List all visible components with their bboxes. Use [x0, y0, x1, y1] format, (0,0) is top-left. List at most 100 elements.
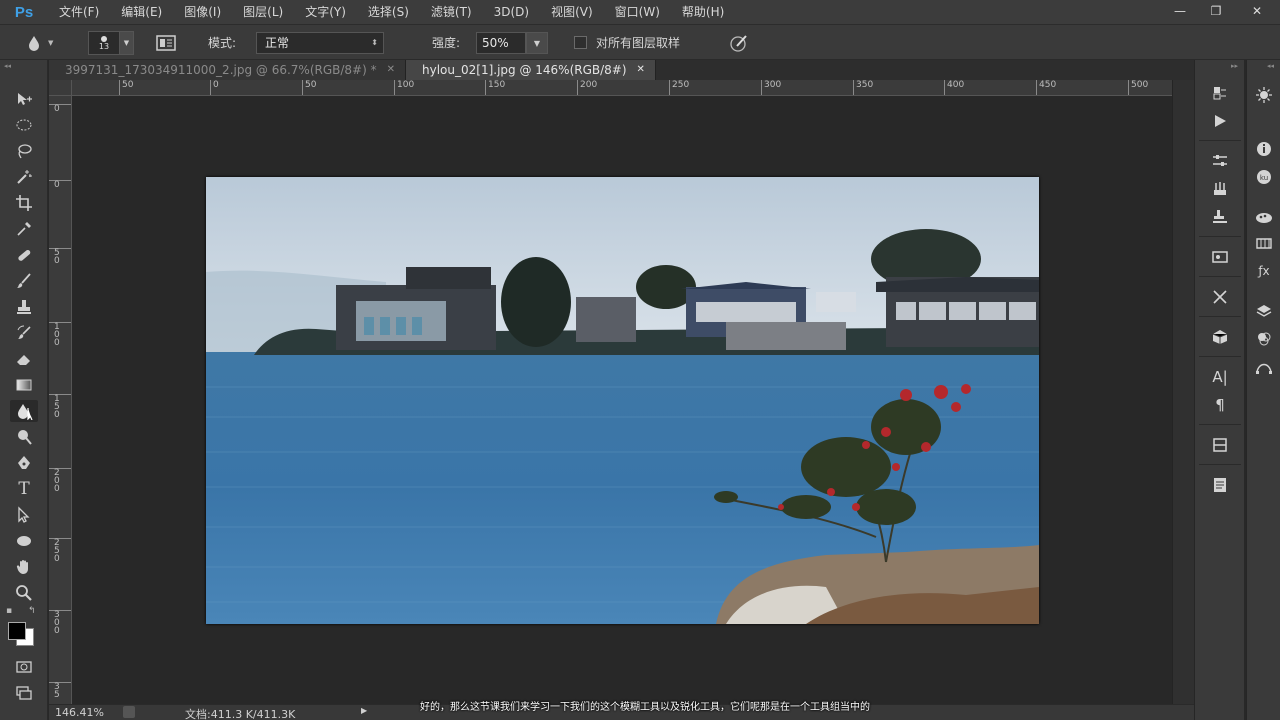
- magic-wand-tool[interactable]: [10, 166, 38, 188]
- clone-stamp-tool[interactable]: [10, 296, 38, 318]
- eyedropper-tool[interactable]: [10, 218, 38, 240]
- marquee-tool[interactable]: [10, 114, 38, 136]
- play-icon: [1215, 115, 1226, 127]
- eraser-tool[interactable]: [10, 348, 38, 370]
- quick-mask-button[interactable]: [10, 656, 38, 678]
- blur-drop-icon: [18, 404, 33, 420]
- path-selection-tool[interactable]: [10, 504, 38, 526]
- history-brush-icon: [17, 325, 31, 339]
- healing-brush-tool[interactable]: [10, 244, 38, 266]
- ruler-label: 100: [394, 80, 414, 95]
- character-panel-button[interactable]: A|: [1206, 366, 1234, 388]
- brush-size-picker[interactable]: 13 ▼: [88, 31, 136, 55]
- magnifier-icon: [16, 585, 32, 601]
- swatches-panel-button[interactable]: [1250, 206, 1278, 228]
- paragraph-icon: ¶: [1215, 396, 1225, 414]
- info-icon: [1257, 142, 1271, 156]
- adjustments-panel-button[interactable]: [1206, 150, 1234, 172]
- lasso-icon: [18, 144, 32, 159]
- strength-slider-toggle[interactable]: ▼: [526, 32, 548, 54]
- tool-preset-picker[interactable]: ▼: [26, 32, 72, 54]
- menu-3d[interactable]: 3D(D): [483, 0, 540, 24]
- ruler-origin[interactable]: [49, 80, 72, 96]
- brush-panel-toggle[interactable]: [154, 33, 178, 53]
- zoom-tool[interactable]: [10, 582, 38, 604]
- 3d-panel-button[interactable]: [1206, 286, 1234, 308]
- type-tool[interactable]: T: [10, 478, 38, 500]
- crop-tool[interactable]: [10, 192, 38, 214]
- brush-icon: [17, 273, 31, 288]
- history-brush-tool[interactable]: [10, 322, 38, 344]
- ruler-label: 150: [485, 80, 505, 95]
- mode-select[interactable]: 正常 ⬍: [256, 32, 384, 54]
- tab-document-2[interactable]: hylou_02[1].jpg @ 146%(RGB/8#) ✕: [406, 60, 656, 80]
- svg-text:ku: ku: [1260, 174, 1268, 182]
- ruler-label: 3 5: [49, 682, 71, 700]
- vertical-scrollbar[interactable]: [1172, 80, 1194, 704]
- actions-panel-button[interactable]: [1206, 110, 1234, 132]
- history-panel-button[interactable]: [1206, 82, 1234, 104]
- menu-window[interactable]: 窗口(W): [604, 0, 671, 24]
- menu-view[interactable]: 视图(V): [540, 0, 604, 24]
- styles-panel-button[interactable]: [1250, 232, 1278, 254]
- vertical-ruler[interactable]: 0 0 5 0 1 0 0 1 5 0 2 0 0 2 5 0 3 0 0 3 …: [49, 96, 72, 704]
- notes-panel-button[interactable]: [1206, 474, 1234, 496]
- menu-filter[interactable]: 滤镜(T): [420, 0, 483, 24]
- hand-tool[interactable]: [10, 556, 38, 578]
- window-controls: — ❐ ✕: [1162, 0, 1280, 22]
- menu-image[interactable]: 图像(I): [173, 0, 232, 24]
- 3d-object-button[interactable]: [1206, 326, 1234, 348]
- menu-layer[interactable]: 图层(L): [232, 0, 294, 24]
- gradient-icon: [16, 379, 32, 391]
- info-panel-button[interactable]: [1250, 138, 1278, 160]
- brush-tool[interactable]: [10, 270, 38, 292]
- navigator-panel-button[interactable]: [1206, 434, 1234, 456]
- minimize-button[interactable]: —: [1162, 0, 1198, 22]
- default-colors-icon[interactable]: ▪: [6, 606, 12, 616]
- color-panel-button[interactable]: [1250, 84, 1278, 106]
- fx-panel-button[interactable]: ƒx: [1250, 260, 1278, 282]
- document-canvas-image[interactable]: [206, 177, 1039, 624]
- sample-all-layers-checkbox[interactable]: [574, 36, 587, 49]
- menu-help[interactable]: 帮助(H): [671, 0, 735, 24]
- move-tool[interactable]: [10, 88, 38, 110]
- close-icon[interactable]: ✕: [387, 60, 395, 80]
- restore-button[interactable]: ❐: [1198, 0, 1234, 22]
- tool-presets-button[interactable]: [1206, 246, 1234, 268]
- close-icon[interactable]: ✕: [637, 60, 645, 80]
- menu-select[interactable]: 选择(S): [357, 0, 420, 24]
- pen-tool[interactable]: [10, 452, 38, 474]
- chevron-down-icon: ▼: [48, 39, 54, 47]
- panel-grip[interactable]: ◂◂: [1247, 60, 1280, 72]
- panel-dock-collapsed: ▸▸ A| ¶: [1194, 60, 1244, 720]
- brush-presets-button[interactable]: [1206, 178, 1234, 200]
- tab-label: hylou_02[1].jpg @ 146%(RGB/8#): [422, 63, 627, 77]
- paths-panel-button[interactable]: [1250, 356, 1278, 378]
- notes-icon: [1214, 478, 1226, 492]
- ruler-label: 300: [761, 80, 781, 95]
- panel-grip[interactable]: ◂◂: [0, 60, 47, 72]
- close-button[interactable]: ✕: [1234, 0, 1280, 22]
- menu-type[interactable]: 文字(Y): [294, 0, 357, 24]
- tab-document-1[interactable]: 3997131_173034911000_2.jpg @ 66.7%(RGB/8…: [49, 60, 406, 80]
- strength-input[interactable]: 50%: [476, 32, 526, 54]
- menu-file[interactable]: 文件(F): [48, 0, 110, 24]
- chevron-down-icon[interactable]: ▼: [120, 31, 134, 55]
- pressure-button[interactable]: [728, 33, 750, 53]
- paragraph-panel-button[interactable]: ¶: [1206, 394, 1234, 416]
- blur-tool[interactable]: [10, 400, 38, 422]
- menu-edit[interactable]: 编辑(E): [110, 0, 173, 24]
- panel-grip[interactable]: ▸▸: [1195, 60, 1244, 72]
- clone-source-button[interactable]: [1206, 206, 1234, 228]
- brush-presets-icon: [1214, 182, 1226, 195]
- horizontal-ruler[interactable]: 50 0 50 100 150 200 250 300 350 400 450 …: [72, 80, 1172, 96]
- lasso-tool[interactable]: [10, 140, 38, 162]
- ellipse-tool[interactable]: [10, 530, 38, 552]
- foreground-color-swatch[interactable]: [8, 622, 26, 640]
- layers-panel-button[interactable]: [1250, 300, 1278, 322]
- gradient-tool[interactable]: [10, 374, 38, 396]
- swap-colors-icon[interactable]: ↰: [28, 606, 36, 616]
- kuler-panel-button[interactable]: ku: [1250, 166, 1278, 188]
- dodge-tool[interactable]: [10, 426, 38, 448]
- channels-panel-button[interactable]: [1250, 328, 1278, 350]
